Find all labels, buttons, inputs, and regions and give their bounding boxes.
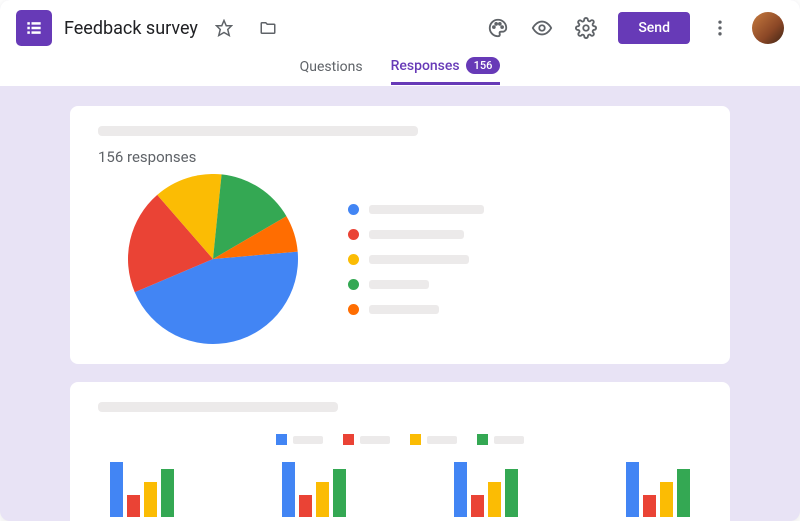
forms-doc-icon[interactable]	[16, 10, 52, 46]
move-folder-icon[interactable]	[256, 16, 280, 40]
bar	[643, 495, 656, 517]
legend-dot-icon	[348, 204, 359, 215]
bar-legend-item	[276, 434, 323, 445]
bar	[626, 462, 639, 517]
tab-responses-label: Responses	[391, 58, 460, 74]
tab-questions[interactable]: Questions	[300, 59, 363, 83]
legend-text-placeholder	[369, 305, 439, 314]
bar	[454, 462, 467, 517]
bar-legend-swatch-icon	[410, 434, 421, 445]
bar	[488, 482, 501, 517]
pie-legend	[348, 204, 484, 315]
placeholder-title	[98, 126, 418, 136]
legend-dot-icon	[348, 304, 359, 315]
bar-chart-card	[70, 382, 730, 521]
bar	[282, 462, 295, 517]
responses-count-badge: 156	[466, 57, 501, 74]
bar	[333, 469, 346, 517]
bar	[161, 469, 174, 517]
bar	[299, 495, 312, 517]
document-title[interactable]: Feedback survey	[64, 18, 198, 39]
star-icon[interactable]	[212, 16, 236, 40]
legend-text-placeholder	[369, 280, 429, 289]
responses-count-text: 156 responses	[98, 148, 702, 166]
legend-text-placeholder	[369, 255, 469, 264]
bar-group	[626, 462, 690, 517]
tab-questions-label: Questions	[300, 59, 363, 75]
bar-legend-item	[410, 434, 457, 445]
legend-text-placeholder	[369, 230, 464, 239]
pie-chart-row	[98, 174, 702, 344]
bar-groups	[98, 459, 702, 517]
bar-legend-text-placeholder	[293, 436, 323, 444]
bar-legend-swatch-icon	[276, 434, 287, 445]
tab-responses[interactable]: Responses 156	[391, 57, 501, 85]
header-top-row: Feedback survey Send	[0, 0, 800, 56]
legend-dot-icon	[348, 254, 359, 265]
legend-item	[348, 304, 484, 315]
send-button[interactable]: Send	[618, 12, 690, 44]
bar-legend-text-placeholder	[494, 436, 524, 444]
bar-legend-text-placeholder	[427, 436, 457, 444]
legend-dot-icon	[348, 229, 359, 240]
bar-legend-swatch-icon	[477, 434, 488, 445]
bar	[110, 462, 123, 517]
pie-chart	[128, 174, 298, 344]
legend-dot-icon	[348, 279, 359, 290]
legend-item	[348, 204, 484, 215]
bar	[505, 469, 518, 517]
responses-summary-card: 156 responses	[70, 106, 730, 364]
palette-icon[interactable]	[486, 16, 510, 40]
content-area: 156 responses	[0, 86, 800, 521]
bar-legend-swatch-icon	[343, 434, 354, 445]
placeholder-title-2	[98, 402, 338, 412]
more-vert-icon[interactable]	[708, 16, 732, 40]
bar	[471, 495, 484, 517]
account-avatar[interactable]	[752, 12, 784, 44]
bar	[144, 482, 157, 517]
bar	[127, 495, 140, 517]
bar-group	[110, 462, 174, 517]
bar	[677, 469, 690, 517]
legend-item	[348, 279, 484, 290]
preview-eye-icon[interactable]	[530, 16, 554, 40]
bar-legend-text-placeholder	[360, 436, 390, 444]
bar	[660, 482, 673, 517]
bar-legend-item	[343, 434, 390, 445]
settings-gear-icon[interactable]	[574, 16, 598, 40]
legend-text-placeholder	[369, 205, 484, 214]
tabs: Questions Responses 156	[0, 56, 800, 86]
header: Feedback survey Send Quest	[0, 0, 800, 86]
legend-item	[348, 254, 484, 265]
bar-group	[282, 462, 346, 517]
bar-legend-item	[477, 434, 524, 445]
bar	[316, 482, 329, 517]
legend-item	[348, 229, 484, 240]
bar-legend	[98, 434, 702, 445]
bar-group	[454, 462, 518, 517]
